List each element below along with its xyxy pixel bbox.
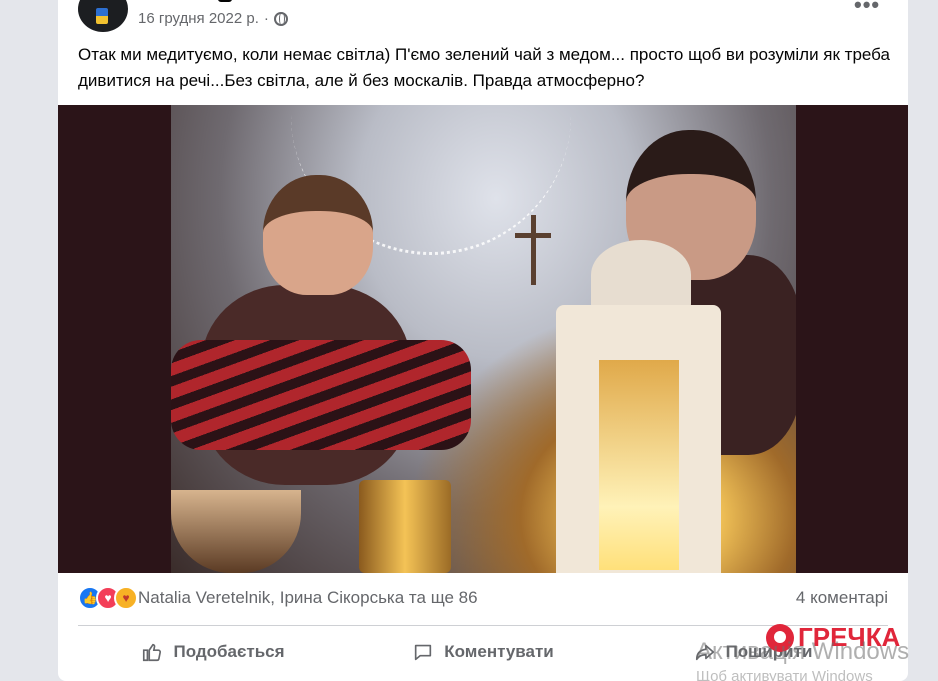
- comments-count[interactable]: 4 коментарі: [796, 588, 888, 608]
- crucifix-bar: [515, 233, 551, 238]
- windows-activation-subtext: Щоб активувати Windows: [696, 668, 873, 681]
- post-date[interactable]: 16 грудня 2022 р.: [138, 10, 259, 27]
- globe-icon: [273, 11, 288, 26]
- striped-sleeve: [171, 340, 471, 450]
- post-meta: 16 грудня 2022 р. ·: [138, 10, 288, 27]
- reactions-summary[interactable]: 👍 ♥ ♥ Natalia Veretelnik, Ірина Сікорськ…: [78, 586, 478, 610]
- author-name-fragment[interactable]: [218, 0, 232, 2]
- lantern-glow: [599, 360, 679, 570]
- crucifix: [531, 215, 536, 285]
- like-button[interactable]: Подобається: [78, 630, 348, 674]
- like-label: Подобається: [173, 642, 285, 661]
- comment-icon: [415, 644, 432, 661]
- comment-label: Коментувати: [444, 642, 554, 661]
- facebook-post-card: 16 грудня 2022 р. · ••• Отак ми медитуєм…: [58, 0, 908, 681]
- photo-image[interactable]: [171, 105, 796, 573]
- comment-button[interactable]: Коментувати: [348, 630, 618, 674]
- reactors-names[interactable]: Natalia Veretelnik, Ірина Сікорська та щ…: [138, 588, 478, 608]
- thumbs-up-icon: [143, 643, 162, 662]
- meta-separator: ·: [263, 10, 269, 27]
- author-avatar[interactable]: [78, 0, 128, 32]
- post-photo[interactable]: [58, 105, 908, 573]
- candle-holder: [359, 480, 451, 573]
- lantern-top: [591, 240, 691, 310]
- windows-activation-watermark: Активація Windows: [696, 638, 910, 665]
- reaction-icons[interactable]: 👍 ♥ ♥: [78, 586, 138, 610]
- bowl: [171, 490, 301, 573]
- left-child-head: [263, 175, 373, 295]
- more-options-button[interactable]: •••: [854, 0, 880, 18]
- post-text: Отак ми медитуємо, коли немає світла) П'…: [78, 45, 890, 90]
- care-reaction-icon: ♥: [114, 586, 138, 610]
